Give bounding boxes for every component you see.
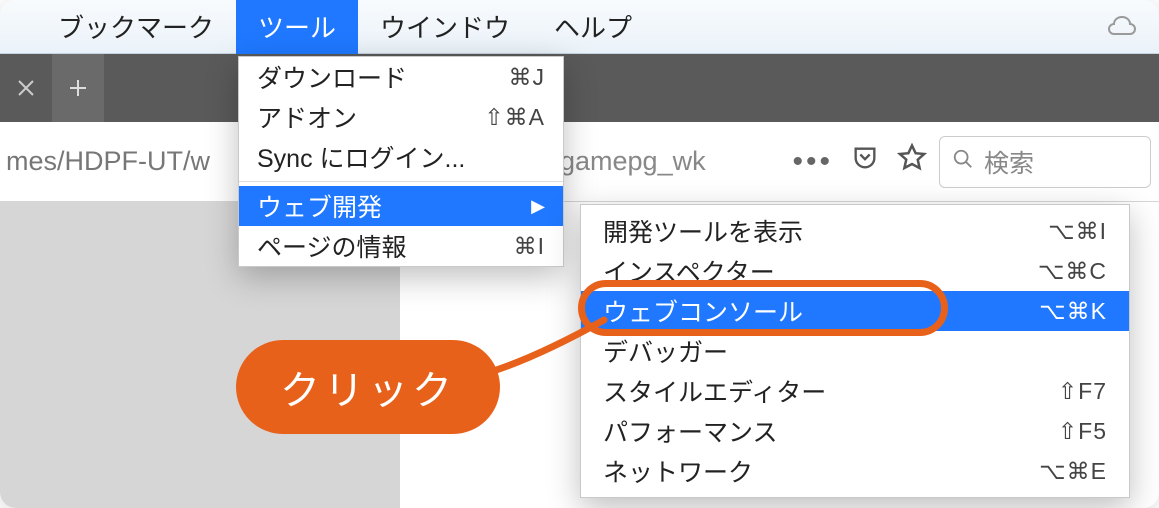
- address-row: mes/HDPF-UT/w gamepg_wk ••• 検索: [0, 122, 1159, 202]
- submenu-item-debugger-label: デバッガー: [603, 333, 728, 369]
- menu-item-web-development[interactable]: ウェブ開発 ▶: [239, 186, 563, 226]
- menu-item-downloads-label: ダウンロード: [257, 59, 407, 95]
- submenu-item-style-editor-label: スタイルエディター: [603, 373, 826, 409]
- tab-close-button[interactable]: [0, 54, 52, 122]
- search-placeholder: 検索: [984, 144, 1034, 180]
- submenu-item-web-console[interactable]: ウェブコンソール ⌥⌘K: [581, 291, 1129, 331]
- submenu-item-toggle-tools-shortcut: ⌥⌘I: [1048, 218, 1107, 245]
- menu-help[interactable]: ヘルプ: [532, 0, 654, 54]
- submenu-item-style-editor[interactable]: スタイルエディター ⇧F7: [581, 371, 1129, 411]
- menu-item-downloads[interactable]: ダウンロード ⌘J: [239, 57, 563, 97]
- star-icon[interactable]: [897, 143, 927, 181]
- menu-window[interactable]: ウインドウ: [358, 0, 532, 54]
- submenu-item-inspector-label: インスペクター: [603, 253, 775, 289]
- submenu-item-style-editor-shortcut: ⇧F7: [1058, 378, 1107, 405]
- pocket-icon[interactable]: [851, 144, 879, 180]
- submenu-item-performance-label: パフォーマンス: [603, 413, 778, 449]
- menu-help-label: ヘルプ: [554, 8, 632, 45]
- menu-item-sync-login[interactable]: Sync にログイン...: [239, 137, 563, 177]
- submenu-item-debugger[interactable]: デバッガー: [581, 331, 1129, 371]
- submenu-arrow-icon: ▶: [531, 196, 545, 217]
- url-fragment-left[interactable]: mes/HDPF-UT/w: [0, 146, 240, 177]
- submenu-item-network[interactable]: ネットワーク ⌥⌘E: [581, 451, 1129, 491]
- submenu-item-inspector-shortcut: ⌥⌘C: [1038, 258, 1107, 285]
- web-development-submenu: 開発ツールを表示 ⌥⌘I インスペクター ⌥⌘C ウェブコンソール ⌥⌘K デバ…: [580, 204, 1130, 498]
- menubar: ブックマーク ツール ウインドウ ヘルプ: [0, 0, 1159, 54]
- new-tab-button[interactable]: [52, 54, 104, 122]
- search-icon: [952, 148, 974, 177]
- menu-item-addons[interactable]: アドオン ⇧⌘A: [239, 97, 563, 137]
- page-actions-icon[interactable]: •••: [792, 145, 833, 179]
- submenu-item-toggle-tools[interactable]: 開発ツールを表示 ⌥⌘I: [581, 211, 1129, 251]
- address-actions: •••: [792, 143, 927, 181]
- menu-item-sync-login-label: Sync にログイン...: [257, 139, 465, 175]
- tab-strip: [0, 54, 1159, 122]
- tools-menu: ダウンロード ⌘J アドオン ⇧⌘A Sync にログイン... ウェブ開発 ▶…: [238, 56, 564, 267]
- submenu-item-network-shortcut: ⌥⌘E: [1039, 458, 1107, 485]
- menu-item-addons-label: アドオン: [257, 99, 357, 135]
- search-box[interactable]: 検索: [939, 136, 1151, 188]
- annotation-click-label-text: クリック: [280, 369, 456, 413]
- menu-tools[interactable]: ツール: [236, 0, 358, 54]
- submenu-item-performance-shortcut: ⇧F5: [1058, 418, 1107, 445]
- annotation-click-label: クリック: [236, 340, 500, 434]
- menu-item-page-info[interactable]: ページの情報 ⌘I: [239, 226, 563, 266]
- submenu-item-performance[interactable]: パフォーマンス ⇧F5: [581, 411, 1129, 451]
- menu-tools-label: ツール: [258, 8, 336, 45]
- menu-item-page-info-label: ページの情報: [257, 228, 407, 264]
- submenu-item-network-label: ネットワーク: [603, 453, 753, 489]
- menu-item-page-info-shortcut: ⌘I: [514, 233, 545, 260]
- menu-item-downloads-shortcut: ⌘J: [509, 64, 546, 91]
- submenu-item-web-console-label: ウェブコンソール: [603, 293, 803, 329]
- menu-item-web-development-label: ウェブ開発: [257, 188, 382, 224]
- menu-bookmarks-label: ブックマーク: [58, 8, 214, 45]
- menu-bookmarks[interactable]: ブックマーク: [36, 0, 236, 54]
- menu-item-addons-shortcut: ⇧⌘A: [484, 104, 545, 131]
- sync-cloud-icon[interactable]: [1105, 0, 1139, 54]
- submenu-item-web-console-shortcut: ⌥⌘K: [1039, 298, 1107, 325]
- submenu-item-toggle-tools-label: 開発ツールを表示: [603, 213, 803, 249]
- submenu-item-inspector[interactable]: インスペクター ⌥⌘C: [581, 251, 1129, 291]
- menu-window-label: ウインドウ: [380, 8, 510, 45]
- menu-separator: [239, 181, 563, 182]
- url-fragment-mid[interactable]: gamepg_wk: [560, 146, 706, 177]
